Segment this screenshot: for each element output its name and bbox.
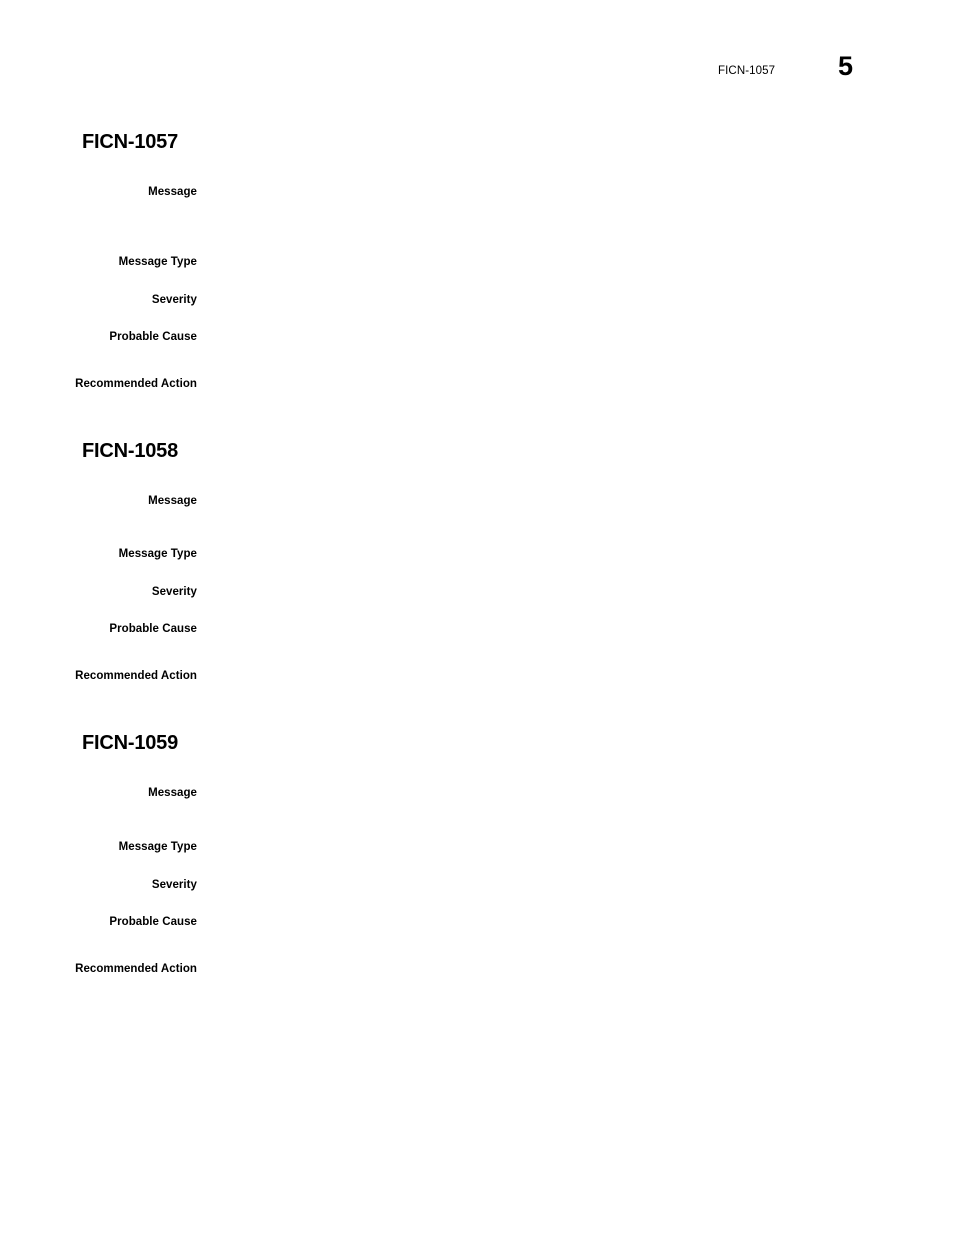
field-value — [213, 545, 903, 546]
field-value — [213, 784, 903, 785]
field-label: Probable Cause — [109, 916, 197, 928]
field-value — [213, 183, 903, 184]
field-value — [213, 291, 903, 292]
message-entry-title: FICN-1058 — [82, 440, 179, 462]
field-value — [213, 838, 903, 839]
field-label: Probable Cause — [109, 623, 197, 635]
page-header: FICN-1057 5 — [0, 53, 954, 98]
field-label: Message — [148, 495, 197, 507]
field-value — [213, 620, 903, 621]
header-reference: FICN-1057 — [718, 65, 776, 77]
field-label: Recommended Action — [75, 378, 197, 390]
field-value — [213, 876, 903, 877]
field-label: Recommended Action — [75, 963, 197, 975]
field-value — [213, 667, 903, 668]
field-label: Severity — [151, 294, 197, 306]
field-label: Severity — [151, 879, 197, 891]
field-label: Recommended Action — [75, 670, 197, 682]
field-value — [213, 583, 903, 584]
field-value — [213, 328, 903, 329]
field-label: Message Type — [118, 841, 197, 853]
message-entry-title: FICN-1059 — [82, 732, 179, 754]
field-label: Message — [148, 787, 197, 799]
field-value — [213, 913, 903, 914]
field-label: Message Type — [118, 256, 197, 268]
field-label: Message — [148, 186, 197, 198]
field-label: Message Type — [118, 548, 197, 560]
field-label: Severity — [151, 586, 197, 598]
message-entry-title: FICN-1057 — [82, 131, 179, 153]
document-page: FICN-1057 5 FICN-1057 Message Message Type… — [0, 0, 954, 1235]
page-number: 5 — [838, 51, 854, 81]
field-value — [213, 960, 903, 961]
field-value — [213, 253, 903, 254]
field-value — [213, 492, 903, 493]
field-label: Probable Cause — [109, 331, 197, 343]
field-value — [213, 375, 903, 376]
